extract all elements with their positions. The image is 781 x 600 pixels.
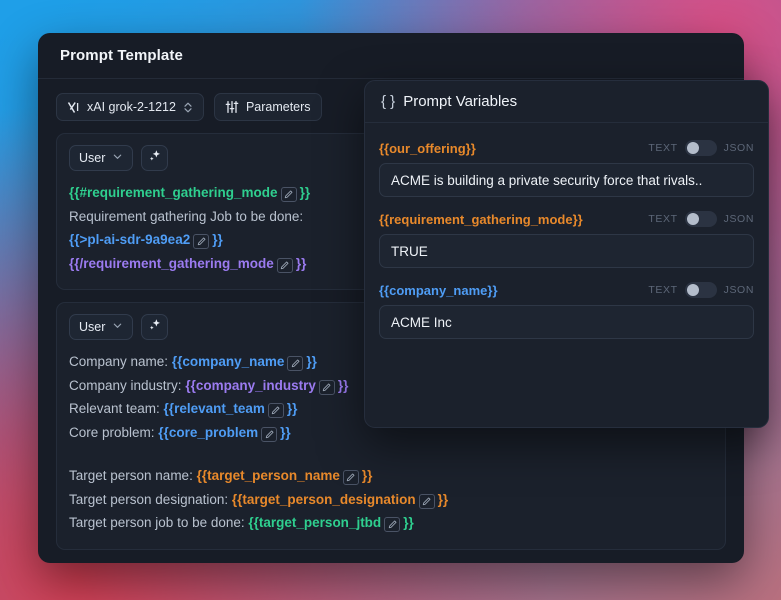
message-role-label: User bbox=[79, 320, 106, 334]
chevron-down-icon bbox=[112, 320, 123, 334]
variable-key-label: {{company_name}} bbox=[379, 282, 498, 298]
prompt-variables-header: { } Prompt Variables bbox=[365, 81, 768, 123]
variable-row-header: {{company_name}} TEXT JSON bbox=[379, 275, 754, 305]
variable-row: {{company_name}} TEXT JSON bbox=[379, 275, 754, 339]
line-label: Target person name: bbox=[69, 468, 197, 483]
page-title: Prompt Template bbox=[60, 47, 183, 64]
variable-key-label: {{our_offering}} bbox=[379, 140, 476, 156]
template-variable[interactable]: {{company_name}} bbox=[172, 354, 317, 371]
parameters-button[interactable]: Parameters bbox=[213, 93, 322, 121]
toggle-text-label: TEXT bbox=[648, 284, 678, 296]
magic-generate-button[interactable] bbox=[141, 145, 169, 171]
toggle-knob bbox=[686, 142, 699, 154]
text-json-toggle[interactable]: TEXT JSON bbox=[648, 282, 754, 298]
variable-row: {{requirement_gathering_mode}} TEXT JSON bbox=[379, 204, 754, 268]
edit-variable-icon[interactable] bbox=[342, 470, 359, 485]
variable-line: Target person job to be done: {{target_p… bbox=[69, 511, 713, 535]
prompt-variables-panel: { } Prompt Variables {{our_offering}} TEX… bbox=[364, 80, 769, 428]
sliders-icon bbox=[225, 100, 239, 114]
variable-value-input[interactable] bbox=[379, 305, 754, 339]
toggle-text-label: TEXT bbox=[648, 142, 678, 154]
variable-value-input[interactable] bbox=[379, 234, 754, 268]
template-variable[interactable]: {{company_industry}} bbox=[185, 377, 348, 395]
edit-variable-icon[interactable] bbox=[193, 234, 210, 249]
variable-name: pl-ai-sdr-9a9ea2 bbox=[87, 232, 191, 247]
template-variable[interactable]: {{target_person_jtbd}} bbox=[248, 515, 414, 532]
magic-generate-button[interactable] bbox=[141, 314, 169, 340]
variable-name: company_name bbox=[182, 354, 285, 369]
line-label: Company name: bbox=[69, 354, 172, 369]
template-variable[interactable]: {{#requirement_gathering_mode}} bbox=[69, 185, 310, 202]
edit-variable-icon[interactable] bbox=[261, 426, 278, 442]
variable-row: {{our_offering}} TEXT JSON bbox=[379, 133, 754, 197]
template-variable[interactable]: {{>pl-ai-sdr-9a9ea2}} bbox=[69, 232, 223, 249]
variable-line: Target person name: {{target_person_name… bbox=[69, 464, 713, 488]
toggle-json-label: JSON bbox=[723, 284, 754, 296]
sparkle-icon bbox=[148, 149, 161, 167]
edit-variable-icon[interactable] bbox=[318, 379, 335, 395]
template-variable[interactable]: {{target_person_name}} bbox=[197, 468, 372, 485]
prompt-variables-title: Prompt Variables bbox=[403, 93, 518, 110]
toggle-knob bbox=[686, 213, 699, 225]
toggle-json-label: JSON bbox=[723, 213, 754, 225]
variable-row-header: {{our_offering}} TEXT JSON bbox=[379, 133, 754, 163]
edit-variable-icon[interactable] bbox=[280, 187, 297, 202]
variable-name: core_problem bbox=[168, 424, 259, 440]
line-label: Target person designation: bbox=[69, 491, 232, 507]
edit-variable-icon[interactable] bbox=[287, 356, 304, 371]
curly-braces-icon: { } bbox=[381, 93, 396, 110]
message-role-label: User bbox=[79, 151, 106, 165]
variable-name: target_person_name bbox=[207, 468, 340, 483]
sparkle-icon bbox=[148, 318, 161, 336]
variable-name: company_industry bbox=[195, 377, 316, 393]
message-role-selector[interactable]: User bbox=[69, 314, 134, 340]
variable-value-input[interactable] bbox=[379, 163, 754, 197]
desktop-background: Prompt Template xAI grok-2-1212 Paramete… bbox=[0, 0, 781, 600]
line-label: Core problem: bbox=[69, 424, 159, 440]
chevron-up-down-icon bbox=[183, 101, 193, 114]
message-role-selector[interactable]: User bbox=[69, 145, 134, 171]
variable-line: Target person designation: {{target_pers… bbox=[69, 488, 713, 512]
variable-row-header: {{requirement_gathering_mode}} TEXT JSON bbox=[379, 204, 754, 234]
line-label: Company industry: bbox=[69, 377, 186, 393]
variable-name: requirement_gathering_mode bbox=[87, 185, 278, 200]
text-json-toggle[interactable]: TEXT JSON bbox=[648, 211, 754, 227]
variable-name: relevant_team bbox=[174, 401, 265, 416]
chevron-down-icon bbox=[112, 151, 123, 165]
variable-name: target_person_jtbd bbox=[258, 515, 382, 530]
window-titlebar: Prompt Template bbox=[38, 33, 744, 79]
toggle-switch[interactable] bbox=[684, 282, 717, 298]
text-json-toggle[interactable]: TEXT JSON bbox=[648, 140, 754, 156]
toggle-switch[interactable] bbox=[684, 211, 717, 227]
edit-variable-icon[interactable] bbox=[384, 517, 401, 532]
xai-logo-icon bbox=[67, 101, 80, 114]
toggle-json-label: JSON bbox=[723, 142, 754, 154]
variable-name: requirement_gathering_mode bbox=[83, 255, 274, 271]
template-variable[interactable]: {{core_problem}} bbox=[158, 424, 291, 442]
toggle-text-label: TEXT bbox=[648, 213, 678, 225]
template-variable[interactable]: {{/requirement_gathering_mode}} bbox=[69, 255, 306, 273]
edit-variable-icon[interactable] bbox=[276, 257, 293, 273]
edit-variable-icon[interactable] bbox=[418, 493, 435, 509]
prompt-variables-list: {{our_offering}}TEXTJSON{{requirement_ga… bbox=[365, 123, 768, 339]
toggle-switch[interactable] bbox=[684, 140, 717, 156]
variable-name: target_person_designation bbox=[242, 491, 416, 507]
template-variable[interactable]: {{target_person_designation}} bbox=[232, 491, 448, 509]
model-selector-button[interactable]: xAI grok-2-1212 bbox=[56, 93, 204, 121]
variable-key-label: {{requirement_gathering_mode}} bbox=[379, 211, 583, 227]
toggle-knob bbox=[686, 284, 699, 296]
model-label: xAI grok-2-1212 bbox=[87, 100, 176, 114]
edit-variable-icon[interactable] bbox=[267, 403, 284, 418]
line-label: Relevant team: bbox=[69, 401, 164, 416]
line-label: Target person job to be done: bbox=[69, 515, 249, 530]
parameters-label: Parameters bbox=[245, 100, 311, 114]
template-variable[interactable]: {{relevant_team}} bbox=[164, 401, 297, 418]
